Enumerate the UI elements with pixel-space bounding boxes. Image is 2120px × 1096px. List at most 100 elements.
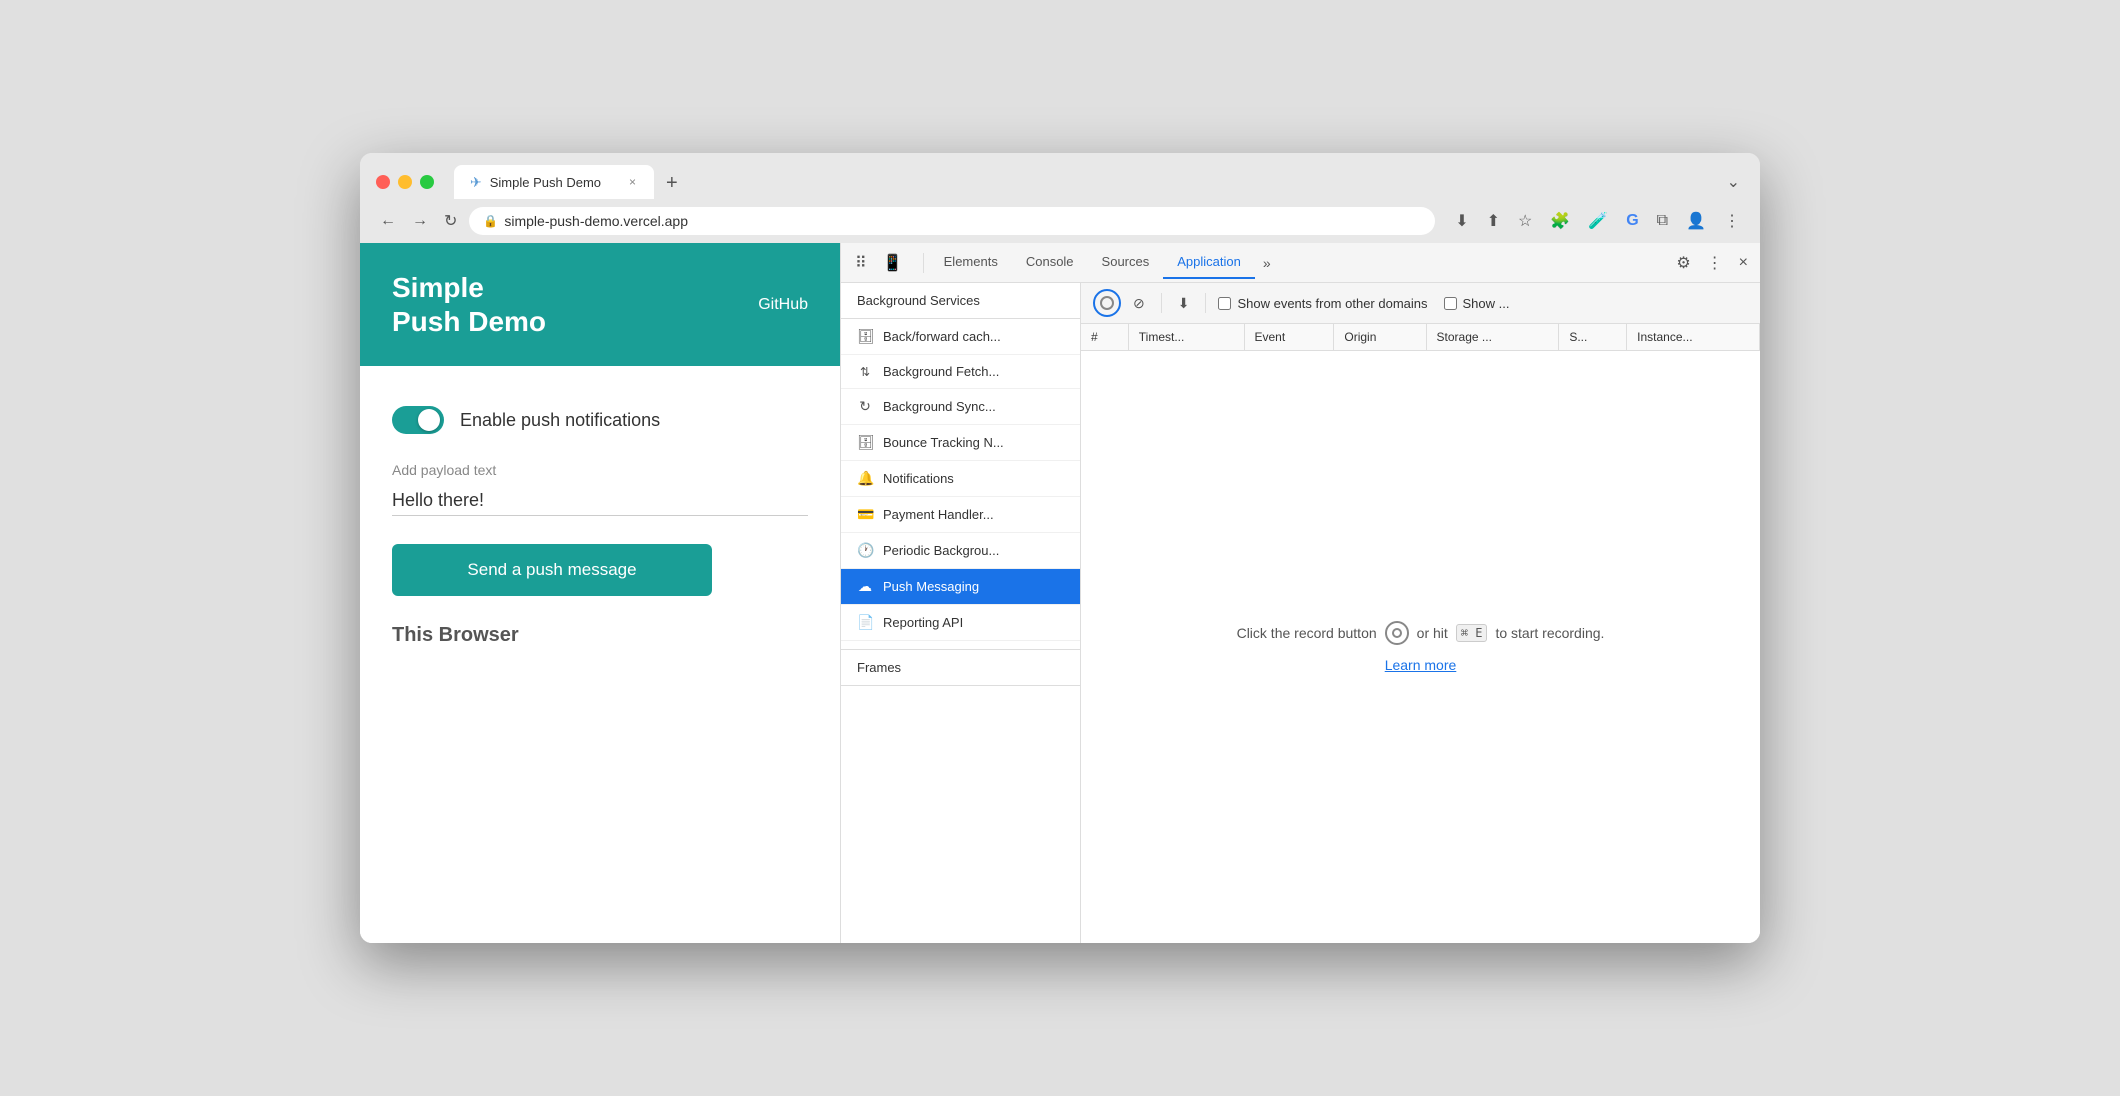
tab-sources[interactable]: Sources bbox=[1088, 246, 1164, 279]
show-other-domains-checkbox[interactable] bbox=[1218, 297, 1231, 310]
new-tab-button[interactable]: + bbox=[658, 168, 686, 199]
empty-state-text: Click the record button or hit ⌘ E to st… bbox=[1237, 621, 1605, 645]
clear-button[interactable]: ⊘ bbox=[1129, 293, 1149, 314]
bounce-tracking-label: Bounce Tracking N... bbox=[883, 435, 1004, 450]
active-tab[interactable]: ✈ Simple Push Demo × bbox=[454, 165, 654, 199]
sidebar-item-reporting-api[interactable]: 📄 Reporting API bbox=[841, 605, 1080, 641]
record-inner-circle bbox=[1100, 296, 1114, 310]
toolbar-divider-2 bbox=[1205, 293, 1206, 313]
show-checkbox-row[interactable]: Show ... bbox=[1444, 296, 1510, 311]
share-button[interactable]: ⬆ bbox=[1483, 207, 1504, 235]
github-link[interactable]: GitHub bbox=[758, 296, 808, 314]
background-fetch-label: Background Fetch... bbox=[883, 364, 999, 379]
push-messaging-icon: ☁ bbox=[857, 578, 873, 595]
close-button[interactable] bbox=[376, 175, 390, 189]
site-title-line2: Push Demo bbox=[392, 305, 546, 339]
sidebar-item-background-fetch[interactable]: ⇅ Background Fetch... bbox=[841, 355, 1080, 389]
url-display: simple-push-demo.vercel.app bbox=[504, 213, 1421, 229]
this-browser-label: This Browser bbox=[392, 624, 808, 647]
webpage-panel: Simple Push Demo GitHub Enable push noti… bbox=[360, 243, 840, 943]
col-header-s: S... bbox=[1559, 324, 1627, 351]
tab-title-label: Simple Push Demo bbox=[490, 175, 619, 190]
split-screen-button[interactable]: ⧉ bbox=[1653, 208, 1672, 234]
tab-application[interactable]: Application bbox=[1163, 246, 1255, 279]
download-page-button[interactable]: ⬇ bbox=[1451, 207, 1472, 235]
empty-state: Click the record button or hit ⌘ E to st… bbox=[1081, 351, 1760, 943]
bg-services-sidebar: Background Services 🗄 Back/forward cach.… bbox=[841, 283, 1081, 943]
tab-elements[interactable]: Elements bbox=[930, 246, 1012, 279]
back-forward-label: Back/forward cach... bbox=[883, 329, 1001, 344]
payload-label: Add payload text bbox=[392, 462, 808, 478]
browser-window: ✈ Simple Push Demo × + ⌄ ← → ↻ 🔒 simple-… bbox=[360, 153, 1760, 943]
bg-services-header: Background Services bbox=[841, 283, 1080, 319]
sidebar-item-periodic-background[interactable]: 🕐 Periodic Backgrou... bbox=[841, 533, 1080, 569]
col-header-num: # bbox=[1081, 324, 1128, 351]
tab-close-button[interactable]: × bbox=[627, 173, 638, 191]
device-toolbar-button[interactable]: 📱 bbox=[877, 249, 909, 277]
col-header-timestamp: Timest... bbox=[1128, 324, 1244, 351]
send-push-button[interactable]: Send a push message bbox=[392, 544, 712, 596]
site-header: Simple Push Demo GitHub bbox=[360, 243, 840, 366]
title-bar: ✈ Simple Push Demo × + ⌄ bbox=[360, 153, 1760, 199]
notifications-toggle[interactable] bbox=[392, 406, 444, 434]
payload-input[interactable] bbox=[392, 486, 808, 516]
toggle-label: Enable push notifications bbox=[460, 410, 660, 431]
devtools-main-content: ⊘ ⬇ Show events from other domains Show … bbox=[1081, 283, 1760, 943]
sidebar-item-background-sync[interactable]: ↻ Background Sync... bbox=[841, 389, 1080, 425]
maximize-button[interactable] bbox=[420, 175, 434, 189]
window-controls bbox=[376, 175, 434, 189]
show-checkbox[interactable] bbox=[1444, 297, 1457, 310]
col-header-storage: Storage ... bbox=[1426, 324, 1559, 351]
background-sync-label: Background Sync... bbox=[883, 399, 996, 414]
site-title-line1: Simple bbox=[392, 271, 546, 305]
toggle-knob bbox=[418, 409, 440, 431]
payment-handler-icon: 💳 bbox=[857, 506, 873, 523]
show-other-domains-checkbox-row[interactable]: Show events from other domains bbox=[1218, 296, 1427, 311]
devtools-menu-button[interactable]: ⋮ bbox=[1703, 249, 1727, 277]
extensions-button[interactable]: 🧩 bbox=[1546, 207, 1574, 235]
tab-console[interactable]: Console bbox=[1012, 246, 1088, 279]
devtools-tool-buttons: ⠿ 📱 bbox=[849, 249, 909, 277]
empty-text-before: Click the record button bbox=[1237, 625, 1377, 641]
address-bar: ← → ↻ 🔒 simple-push-demo.vercel.app ⬇ ⬆ … bbox=[360, 199, 1760, 243]
devtools-close-button[interactable]: × bbox=[1735, 250, 1752, 276]
record-button-inline-icon bbox=[1385, 621, 1409, 645]
bg-services-layout: Background Services 🗄 Back/forward cach.… bbox=[841, 283, 1760, 943]
events-table: # Timest... Event Origin Storage ... S..… bbox=[1081, 324, 1760, 351]
minimize-button[interactable] bbox=[398, 175, 412, 189]
record-button[interactable] bbox=[1093, 289, 1121, 317]
site-title: Simple Push Demo bbox=[392, 271, 546, 338]
show-other-domains-label: Show events from other domains bbox=[1237, 296, 1427, 311]
devtools-settings-button[interactable]: ⚙ bbox=[1672, 249, 1694, 277]
col-header-event: Event bbox=[1244, 324, 1334, 351]
sidebar-item-notifications[interactable]: 🔔 Notifications bbox=[841, 461, 1080, 497]
export-button[interactable]: ⬇ bbox=[1174, 293, 1194, 314]
inspect-element-button[interactable]: ⠿ bbox=[849, 249, 873, 277]
address-bar-input-wrap[interactable]: 🔒 simple-push-demo.vercel.app bbox=[469, 207, 1435, 235]
google-button[interactable]: G bbox=[1622, 208, 1642, 234]
profile-button[interactable]: 👤 bbox=[1682, 207, 1710, 235]
sidebar-item-bounce-tracking[interactable]: 🗄 Bounce Tracking N... bbox=[841, 425, 1080, 461]
main-area: Simple Push Demo GitHub Enable push noti… bbox=[360, 243, 1760, 943]
chrome-menu-button[interactable]: ⋮ bbox=[1720, 207, 1744, 235]
forward-button[interactable]: → bbox=[408, 208, 432, 234]
empty-text-after: or hit bbox=[1417, 625, 1448, 641]
devtools-experiments-button[interactable]: 🧪 bbox=[1584, 207, 1612, 235]
devtools-content-toolbar: ⊘ ⬇ Show events from other domains Show … bbox=[1081, 283, 1760, 324]
back-forward-icon: 🗄 bbox=[857, 328, 873, 345]
devtools-more-tabs-button[interactable]: » bbox=[1255, 251, 1279, 275]
sidebar-item-push-messaging[interactable]: ☁ Push Messaging bbox=[841, 569, 1080, 605]
tab-more-button[interactable]: ⌄ bbox=[1723, 168, 1744, 196]
empty-text-end: to start recording. bbox=[1495, 625, 1604, 641]
sidebar-item-payment-handler[interactable]: 💳 Payment Handler... bbox=[841, 497, 1080, 533]
back-button[interactable]: ← bbox=[376, 208, 400, 234]
learn-more-link[interactable]: Learn more bbox=[1385, 657, 1457, 673]
frames-section-header: Frames bbox=[841, 650, 1080, 686]
record-inner-sm bbox=[1392, 628, 1402, 638]
col-header-origin: Origin bbox=[1334, 324, 1426, 351]
reporting-api-icon: 📄 bbox=[857, 614, 873, 631]
lock-icon: 🔒 bbox=[483, 214, 498, 228]
bookmark-button[interactable]: ☆ bbox=[1514, 207, 1536, 235]
sidebar-item-back-forward[interactable]: 🗄 Back/forward cach... bbox=[841, 319, 1080, 355]
reload-button[interactable]: ↻ bbox=[440, 207, 461, 235]
